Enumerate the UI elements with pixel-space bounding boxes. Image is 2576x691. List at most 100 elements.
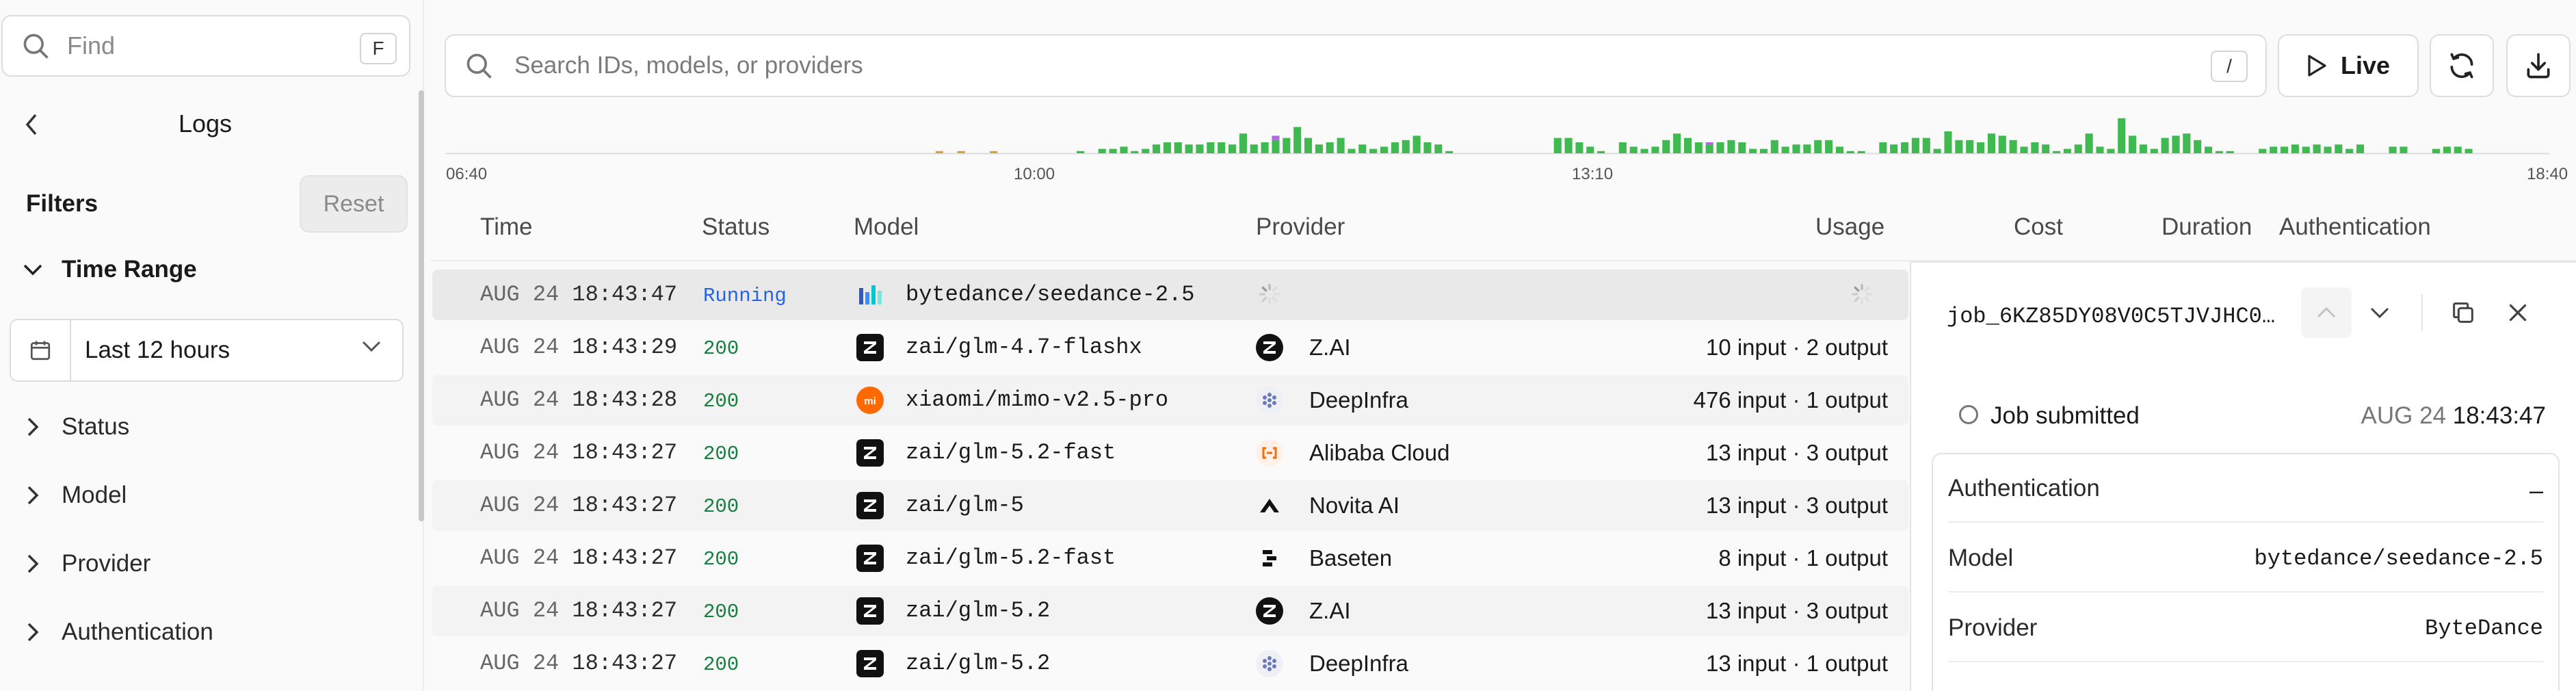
histogram-bar[interactable] bbox=[1098, 148, 1106, 153]
histogram-bar[interactable] bbox=[1293, 127, 1302, 153]
histogram-bar[interactable] bbox=[1185, 144, 1193, 153]
histogram-bar[interactable] bbox=[1077, 151, 1085, 153]
histogram-bar[interactable] bbox=[2335, 144, 2343, 153]
column-header-model[interactable]: Model bbox=[854, 213, 919, 241]
histogram-bar[interactable] bbox=[1987, 133, 1995, 153]
next-job-button[interactable] bbox=[2354, 287, 2405, 338]
histogram-bar[interactable] bbox=[2194, 140, 2202, 153]
filter-time-range-toggle[interactable]: Time Range bbox=[19, 256, 197, 283]
histogram-bar[interactable] bbox=[1261, 142, 1269, 153]
histogram-bar[interactable] bbox=[2118, 118, 2126, 153]
histogram-bar[interactable] bbox=[1304, 138, 1313, 153]
histogram-bar[interactable] bbox=[1640, 148, 1648, 153]
job-id[interactable]: job_6KZ85DY08V0C5TJVJHC0… bbox=[1947, 304, 2275, 329]
histogram-bar[interactable] bbox=[1662, 140, 1670, 153]
histogram-bar[interactable] bbox=[1846, 151, 1854, 153]
table-row[interactable]: AUG 24 18:43:27 200 zai/glm-5.2-fast Alibab… bbox=[432, 428, 1908, 478]
histogram-bar[interactable] bbox=[1890, 144, 1898, 153]
histogram-bar[interactable] bbox=[2259, 148, 2267, 153]
histogram-bar[interactable] bbox=[1770, 140, 1778, 153]
histogram-bar[interactable] bbox=[1683, 138, 1692, 153]
histogram-bar[interactable] bbox=[1412, 135, 1421, 153]
sidebar-scrollbar[interactable] bbox=[419, 90, 424, 521]
histogram-bar[interactable] bbox=[1651, 146, 1659, 153]
histogram-bar[interactable] bbox=[1629, 146, 1638, 153]
histogram-bar[interactable] bbox=[2356, 144, 2365, 153]
histogram-bar[interactable] bbox=[2042, 144, 2050, 153]
histogram-bar[interactable] bbox=[1228, 144, 1237, 153]
histogram-bar[interactable] bbox=[1749, 148, 1757, 153]
column-header-duration[interactable]: Duration bbox=[2161, 213, 2252, 241]
histogram-bar[interactable] bbox=[2009, 140, 2017, 153]
histogram-bar[interactable] bbox=[2302, 146, 2310, 153]
histogram-bar[interactable] bbox=[1402, 140, 1410, 153]
histogram-bar[interactable] bbox=[935, 151, 943, 153]
histogram-bar[interactable] bbox=[2443, 146, 2451, 153]
filter-status-toggle[interactable]: Status bbox=[19, 413, 129, 441]
histogram-bar[interactable] bbox=[1207, 142, 1215, 153]
histogram-bar[interactable] bbox=[2204, 146, 2213, 153]
histogram-bar[interactable] bbox=[2313, 144, 2321, 153]
filter-provider-toggle[interactable]: Provider bbox=[19, 550, 150, 577]
field-value[interactable]: ByteDance bbox=[2425, 616, 2543, 641]
histogram-bar[interactable] bbox=[1174, 142, 1182, 153]
histogram-bar[interactable] bbox=[2400, 146, 2408, 153]
histogram-bar[interactable] bbox=[1781, 146, 1789, 153]
table-row[interactable]: AUG 24 18:43:27 200 zai/glm-5 Novita AI 13 i… bbox=[432, 480, 1908, 531]
histogram-bar[interactable] bbox=[1998, 135, 2006, 153]
histogram-bar[interactable] bbox=[1283, 138, 1291, 153]
histogram-bar[interactable] bbox=[1337, 138, 1345, 153]
histogram-bar[interactable] bbox=[1879, 142, 1887, 153]
histogram-bar[interactable] bbox=[2020, 146, 2028, 153]
table-row[interactable]: AUG 24 18:43:27 200 zai/glm-5.2-fast Basete… bbox=[432, 533, 1908, 584]
histogram-bar[interactable] bbox=[1857, 151, 1865, 153]
histogram-bar[interactable] bbox=[1825, 140, 1833, 153]
histogram-bar[interactable] bbox=[1391, 142, 1399, 153]
histogram-bar[interactable] bbox=[1423, 142, 1432, 153]
histogram-bar[interactable] bbox=[2454, 146, 2462, 153]
find-input[interactable]: Find F bbox=[1, 15, 410, 77]
histogram-bar[interactable] bbox=[1597, 151, 1605, 153]
column-header-status[interactable]: Status bbox=[702, 213, 770, 241]
histogram-bar[interactable] bbox=[1348, 148, 1356, 153]
histogram-bar[interactable] bbox=[1792, 144, 1800, 153]
histogram-bar[interactable] bbox=[1564, 138, 1573, 153]
histogram-bar[interactable] bbox=[2161, 138, 2169, 153]
table-row[interactable]: AUG 24 18:43:28 200 mi xiaomi/mimo-v2.5-pro… bbox=[432, 375, 1908, 426]
histogram-bar[interactable] bbox=[1142, 148, 1150, 153]
histogram-bar[interactable] bbox=[1358, 144, 1367, 153]
histogram-bar[interactable] bbox=[1705, 144, 1713, 153]
refresh-button[interactable] bbox=[2430, 34, 2494, 97]
histogram-bar[interactable] bbox=[957, 151, 965, 153]
histogram-bar[interactable] bbox=[2129, 135, 2137, 153]
histogram-bar[interactable] bbox=[1196, 144, 1204, 153]
histogram-bar[interactable] bbox=[1977, 142, 1985, 153]
histogram-bar[interactable] bbox=[1218, 142, 1226, 153]
table-row[interactable]: AUG 24 18:43:47 Running bytedance/seedance… bbox=[432, 270, 1908, 320]
column-header-usage[interactable]: Usage bbox=[1815, 213, 1884, 241]
histogram-bar[interactable] bbox=[1803, 144, 1811, 153]
histogram-bar[interactable] bbox=[1759, 148, 1768, 153]
histogram-bar[interactable] bbox=[2063, 148, 2071, 153]
column-header-time[interactable]: Time bbox=[480, 213, 532, 241]
histogram-bar[interactable] bbox=[2324, 146, 2332, 153]
histogram-bar[interactable] bbox=[2345, 148, 2354, 153]
column-header-provider[interactable]: Provider bbox=[1256, 213, 1345, 241]
request-histogram[interactable] bbox=[446, 116, 2550, 178]
histogram-bar[interactable] bbox=[2085, 133, 2093, 153]
histogram-bar[interactable] bbox=[1944, 131, 1952, 153]
histogram-bar[interactable] bbox=[1163, 142, 1171, 153]
histogram-bar[interactable] bbox=[1152, 144, 1161, 153]
time-range-select[interactable]: Last 12 hours bbox=[10, 319, 404, 382]
previous-job-button[interactable] bbox=[2301, 287, 2352, 338]
histogram-bar[interactable] bbox=[1922, 138, 1930, 153]
histogram-bar[interactable] bbox=[2226, 151, 2234, 153]
histogram-bar[interactable] bbox=[2107, 148, 2115, 153]
histogram-bar[interactable] bbox=[1716, 142, 1724, 153]
histogram-bar[interactable] bbox=[1250, 144, 1258, 153]
histogram-bar[interactable] bbox=[1575, 142, 1583, 153]
histogram-bar[interactable] bbox=[1727, 140, 1735, 153]
column-header-authentication[interactable]: Authentication bbox=[2279, 213, 2431, 241]
histogram-bar[interactable] bbox=[1673, 133, 1681, 153]
histogram-bar[interactable] bbox=[1814, 140, 1822, 153]
